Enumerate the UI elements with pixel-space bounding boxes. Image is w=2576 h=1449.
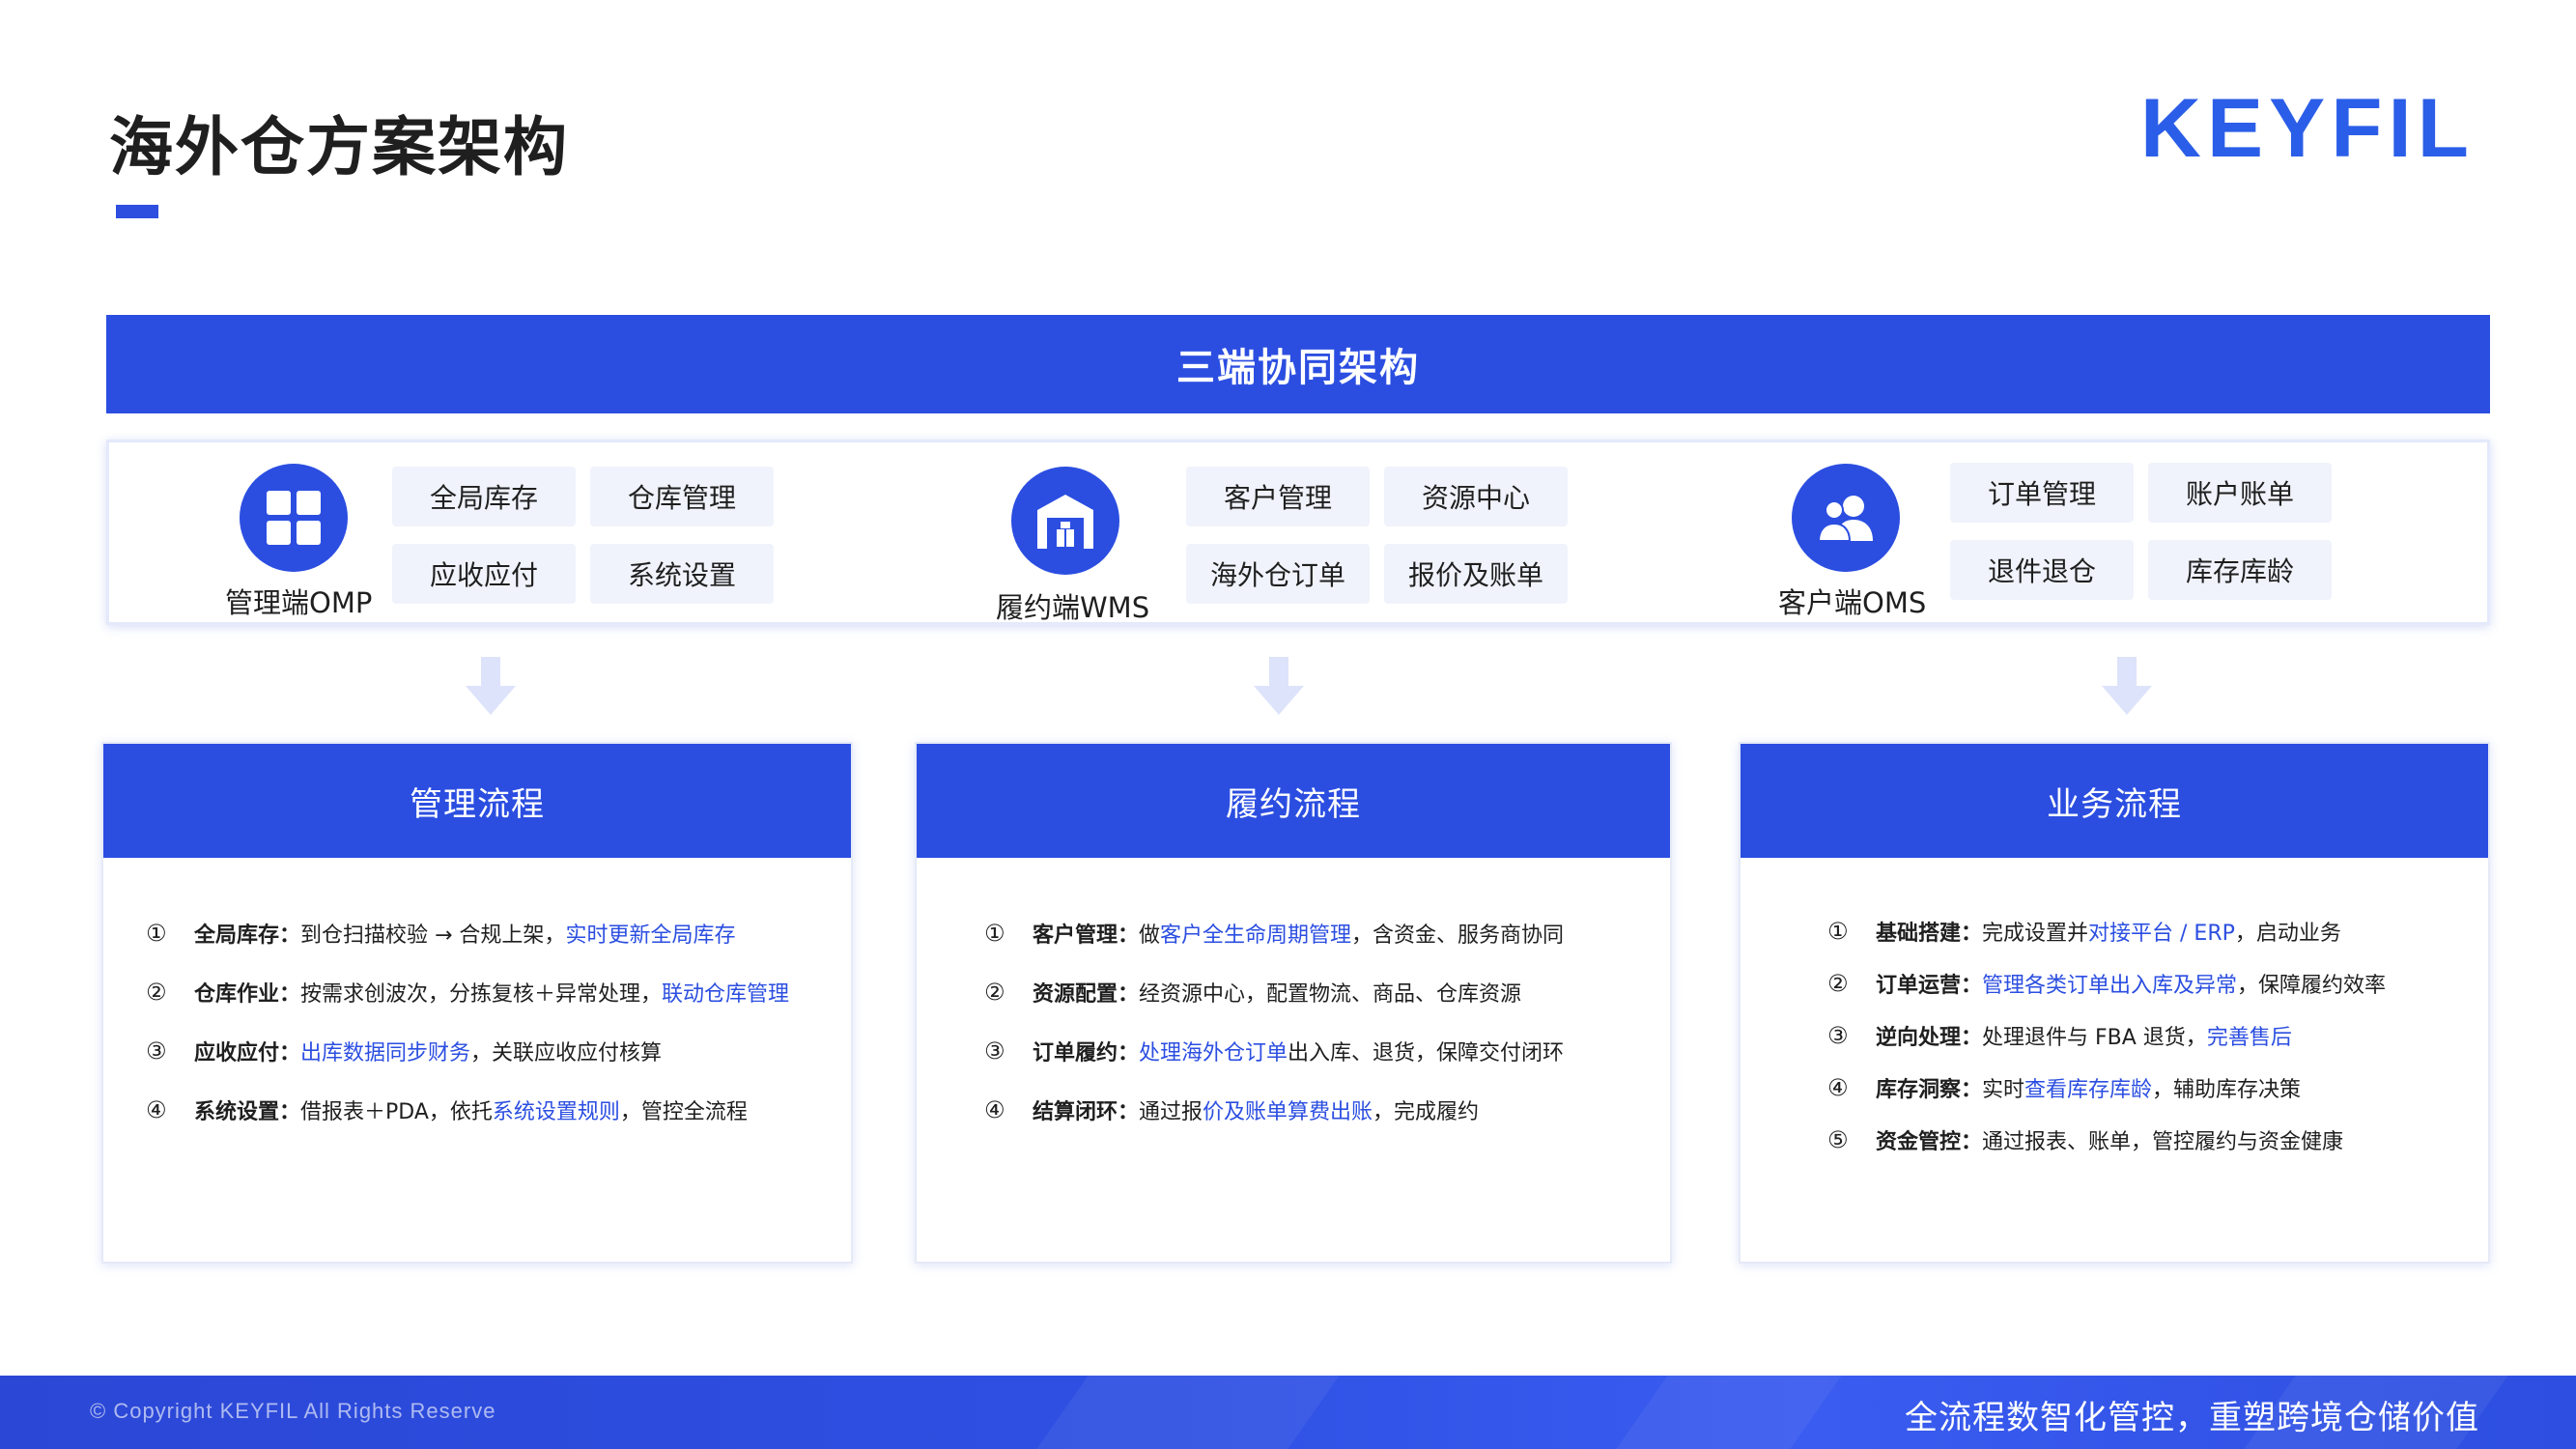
list-item: ② 仓库作业： 按需求创波次，分拣复核＋异常处理， 联动仓库管理	[146, 979, 790, 1007]
module-chip[interactable]: 报价及账单	[1384, 544, 1568, 604]
footer-stripe	[1616, 1376, 1842, 1449]
module-chip[interactable]: 库存库龄	[2148, 540, 2332, 600]
list-item: ④ 系统设置： 借报表＋PDA，依托 系统设置规则 ，管控全流程	[146, 1096, 748, 1124]
banner-title: 三端协同架构	[1176, 346, 1420, 390]
grid-icon	[240, 464, 348, 572]
copyright-text: © Copyright KEYFIL All Rights Reserve	[90, 1399, 496, 1423]
platform-label: 履约端WMS	[996, 591, 1150, 624]
module-chip[interactable]: 海外仓订单	[1186, 544, 1370, 604]
module-chip[interactable]: 账户账单	[2148, 463, 2332, 523]
architecture-banner: 三端协同架构	[106, 315, 2490, 413]
list-item: ② 订单运营： 管理各类订单出入库及异常 ，保障履约效率	[1827, 970, 2387, 998]
list-item: ③ 应收应付： 出库数据同步财务 ，关联应收应付核算	[146, 1037, 663, 1065]
title-underline	[116, 205, 158, 218]
page-title: 海外仓方案架构	[109, 110, 569, 185]
module-chip[interactable]: 订单管理	[1950, 463, 2134, 523]
list-item: ③ 订单履约： 处理海外仓订单 出入库、退货，保障交付闭环	[984, 1037, 1565, 1065]
list-item: ① 客户管理：做客户全生命周期管理 ，含资金、服务商协同	[984, 920, 1565, 948]
list-item: ③ 逆向处理： 处理退件与 FBA 退货， 完善售后	[1827, 1022, 2292, 1050]
platform-label: 客户端OMS	[1778, 586, 1927, 619]
list-item: ① 基础搭建： 完成设置并 对接平台 / ERP ，启动业务	[1827, 918, 2341, 946]
list-item: ④ 库存洞察： 实时 查看库存库龄 ，辅助库存决策	[1827, 1074, 2302, 1102]
warehouse-icon	[1011, 467, 1119, 575]
down-arrow-icon	[2102, 657, 2152, 715]
platform-wms: 履约端WMS 客户管理 资源中心 海外仓订单 报价及账单	[901, 442, 1693, 628]
svg-text:KEYFIL: KEYFIL	[2140, 89, 2475, 166]
keyfil-logo: KEYFIL	[2140, 89, 2475, 166]
list-item: ② 资源配置： 经资源中心，配置物流、商品、仓库资源	[984, 979, 1522, 1007]
module-chip[interactable]: 应收应付	[392, 544, 576, 604]
module-chip[interactable]: 资源中心	[1384, 467, 1568, 526]
module-chip[interactable]: 退件退仓	[1950, 540, 2134, 600]
footer-stripe	[1036, 1376, 1340, 1449]
flow-card-business: 业务流程 ① 基础搭建： 完成设置并 对接平台 / ERP ，启动业务 ② 订单运营： 管理…	[1739, 742, 2490, 1264]
module-chip[interactable]: 系统设置	[590, 544, 774, 604]
list-item: ⑤ 资金管控： 通过报表、账单，管控履约与资金健康	[1827, 1126, 2344, 1154]
platform-oms: 客户端OMS 订单管理 账户账单 退件退仓 库存库龄	[1693, 442, 2493, 628]
down-arrow-icon	[466, 657, 516, 715]
flow-card-title: 履约流程	[917, 744, 1670, 858]
module-chip[interactable]: 全局库存	[392, 467, 576, 526]
list-item: ④ 结算闭环： 通过报 价及账单算费出账 ，完成履约	[984, 1096, 1480, 1124]
platforms-panel: 管理端OMP 全局库存 仓库管理 应收应付 系统设置 履约端WMS 客户管理 资…	[106, 440, 2490, 625]
platform-omp: 管理端OMP 全局库存 仓库管理 应收应付 系统设置	[109, 442, 901, 628]
flow-card-title: 业务流程	[1741, 744, 2488, 858]
down-arrow-icon	[1254, 657, 1304, 715]
flow-card-fulfillment: 履约流程 ① 客户管理：做客户全生命周期管理 ，含资金、服务商协同 ② 资源配置： 经资…	[915, 742, 1672, 1264]
list-item: ① 全局库存： 到仓扫描校验 → 合规上架， 实时更新全局库存	[146, 920, 736, 948]
flow-card-title: 管理流程	[103, 744, 851, 858]
users-icon	[1792, 464, 1900, 572]
footer-slogan: 全流程数智化管控，重塑跨境仓储价值	[1905, 1399, 2479, 1437]
flow-card-management: 管理流程 ① 全局库存： 到仓扫描校验 → 合规上架， 实时更新全局库存 ② 仓库作业：…	[101, 742, 853, 1264]
module-chip[interactable]: 客户管理	[1186, 467, 1370, 526]
module-chip[interactable]: 仓库管理	[590, 467, 774, 526]
platform-label: 管理端OMP	[225, 586, 373, 619]
